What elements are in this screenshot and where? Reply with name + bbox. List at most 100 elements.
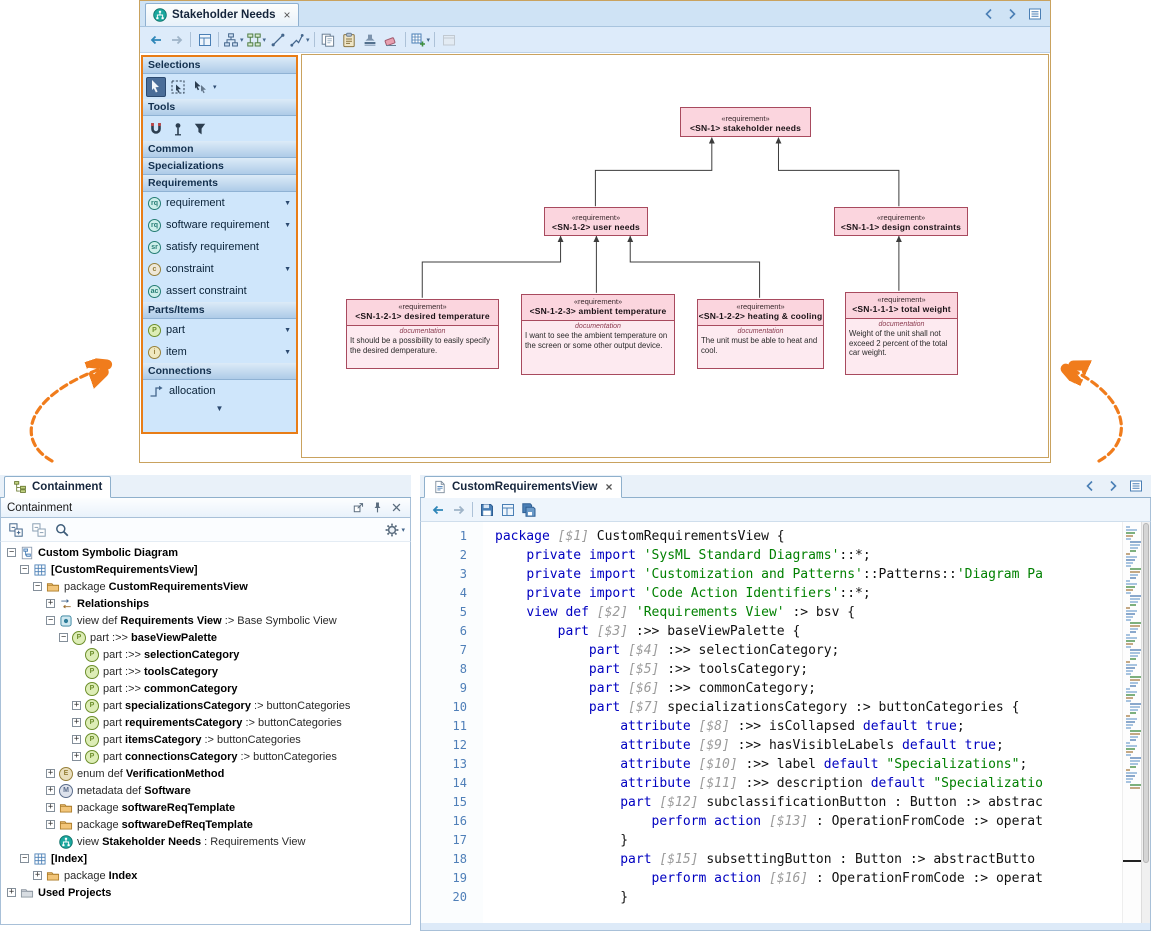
erase-button[interactable] [381,29,402,50]
related-elements-button[interactable]: ▾ [222,29,245,50]
requirement-node-sn111[interactable]: «requirement»<SN-1-1-1> total weightdocu… [845,292,958,375]
line-style-button[interactable] [267,29,288,50]
tree-item-relationships[interactable]: +Relationships [1,595,410,612]
tree-item-stakeholder-needs[interactable]: view Stakeholder Needs : Requirements Vi… [1,833,410,850]
show-diagram-button[interactable] [497,499,518,520]
requirement-node-sn11[interactable]: «requirement»<SN-1-1> design constraints [834,207,968,236]
save-button[interactable] [476,499,497,520]
tree-item-software[interactable]: +Mmetadata def Software [1,782,410,799]
box-select-tool-button[interactable] [168,77,188,97]
expand-icon[interactable]: + [72,718,81,727]
containment-edge[interactable] [778,138,898,207]
select-tool-button[interactable] [146,77,166,97]
layout-button[interactable]: ▾ [245,29,268,50]
palette-section-connections[interactable]: Connections [143,363,296,380]
expand-icon[interactable]: + [7,888,16,897]
tree-item-customrequirementsview[interactable]: −[CustomRequirementsView] [1,561,410,578]
collapse-all-button[interactable] [5,519,26,540]
palette-item-part[interactable]: Ppart▼ [143,319,296,341]
requirement-node-sn121[interactable]: «requirement»<SN-1-2-1> desired temperat… [346,299,499,369]
tree-item-used-projects[interactable]: +Used Projects [1,884,410,901]
palette-section-common[interactable]: Common [143,141,296,158]
next-editor-button[interactable] [1102,476,1123,497]
editor-list-button[interactable] [1125,476,1146,497]
chevron-down-icon[interactable]: ▼ [284,266,291,273]
containment-edge[interactable] [630,236,759,298]
expand-icon[interactable]: + [46,599,55,608]
search-button[interactable] [51,519,72,540]
palette-item-item[interactable]: iitem▼ [143,341,296,363]
expand-icon[interactable]: + [72,701,81,710]
chevron-down-icon[interactable]: ▼ [284,327,291,334]
group-select-tool-button[interactable] [190,77,210,97]
copy-button[interactable] [318,29,339,50]
forward-button[interactable] [166,29,187,50]
collapse-icon[interactable]: − [33,582,42,591]
filter-tool-button[interactable] [190,119,210,139]
horizontal-scrollbar[interactable] [420,923,1151,931]
diagram-list-button[interactable] [1024,3,1045,24]
close-panel-button[interactable] [388,500,404,516]
vertical-scrollbar[interactable] [1141,522,1150,923]
tree-item-softwaredefreqtemplate[interactable]: +package softwareDefReqTemplate [1,816,410,833]
show-elements-button[interactable]: ▾ [409,29,432,50]
chevron-down-icon[interactable]: ▾ [213,83,217,91]
tree-item-index[interactable]: +package Index [1,867,410,884]
close-tab-icon[interactable]: × [606,481,613,493]
tree-item-connectionscategory[interactable]: +Ppart connectionsCategory :> buttonCate… [1,748,410,765]
path-style-button[interactable]: ▾ [288,29,311,50]
chevron-down-icon[interactable]: ▼ [284,349,291,356]
tree-item-verificationmethod[interactable]: +Eenum def VerificationMethod [1,765,410,782]
next-diagram-button[interactable] [1001,3,1022,24]
expand-icon[interactable]: + [46,786,55,795]
palette-section-parts-items[interactable]: Parts/Items [143,302,296,319]
back-button[interactable] [145,29,166,50]
requirement-node-sn12[interactable]: «requirement»<SN-1-2> user needs [544,207,648,236]
requirement-node-sn123[interactable]: «requirement»<SN-1-2-3> ambient temperat… [521,294,675,375]
diagram-canvas[interactable]: «requirement»<SN-1> stakeholder needs «re… [301,54,1049,458]
expand-icon[interactable]: + [72,735,81,744]
palette-section-requirements[interactable]: Requirements [143,175,296,192]
tree-item-requirements-view[interactable]: −view def Requirements View :> Base Symb… [1,612,410,629]
palette-item-satisfy-requirement[interactable]: srsatisfy requirement [143,236,296,258]
save-all-button[interactable] [518,499,539,520]
requirement-node-sn122[interactable]: «requirement»<SN-1-2-2> heating & coolin… [697,299,824,369]
vertical-scrollbar-thumb[interactable] [1143,523,1149,863]
palette-scroll-down[interactable]: ▼ [143,402,296,415]
palette-item-requirement[interactable]: rqrequirement▼ [143,192,296,214]
tree-item-softwarereqtemplate[interactable]: +package softwareReqTemplate [1,799,410,816]
paste-button[interactable] [339,29,360,50]
palette-item-constraint[interactable]: cconstraint▼ [143,258,296,280]
tab-customrequirementsview[interactable]: CustomRequirementsView × [424,476,622,498]
float-panel-button[interactable] [350,500,366,516]
tree-item-custom-symbolic-diagram[interactable]: −Custom Symbolic Diagram [1,544,410,561]
tab-containment[interactable]: Containment [4,476,111,498]
editor-minimap[interactable] [1122,522,1141,923]
containment-edge[interactable] [595,138,711,207]
window-mode-button[interactable] [438,29,459,50]
forward-button[interactable] [448,499,469,520]
expand-icon[interactable]: + [33,871,42,880]
back-button[interactable] [427,499,448,520]
anchor-tool-button[interactable] [168,119,188,139]
palette-item-assert-constraint[interactable]: acassert constraint [143,280,296,302]
collapse-icon[interactable]: − [20,854,29,863]
pin-panel-button[interactable] [369,500,385,516]
settings-button[interactable]: ▾ [383,519,406,540]
containment-edge[interactable] [422,236,560,298]
chevron-down-icon[interactable]: ▼ [284,222,291,229]
previous-diagram-button[interactable] [978,3,999,24]
stamp-button[interactable] [360,29,381,50]
tree-item-selectioncategory[interactable]: Ppart :>> selectionCategory [1,646,410,663]
expand-icon[interactable]: + [46,820,55,829]
close-tab-icon[interactable]: × [284,9,291,21]
expand-icon[interactable]: + [72,752,81,761]
previous-editor-button[interactable] [1079,476,1100,497]
requirement-node-sn1[interactable]: «requirement»<SN-1> stakeholder needs [680,107,811,137]
palette-section-specializations[interactable]: Specializations [143,158,296,175]
magnet-tool-button[interactable] [146,119,166,139]
tree-item-itemscategory[interactable]: +Ppart itemsCategory :> buttonCategories [1,731,410,748]
collapse-icon[interactable]: − [20,565,29,574]
tree-item-customrequirementsview[interactable]: −package CustomRequirementsView [1,578,410,595]
show-diagram-button[interactable] [194,29,215,50]
